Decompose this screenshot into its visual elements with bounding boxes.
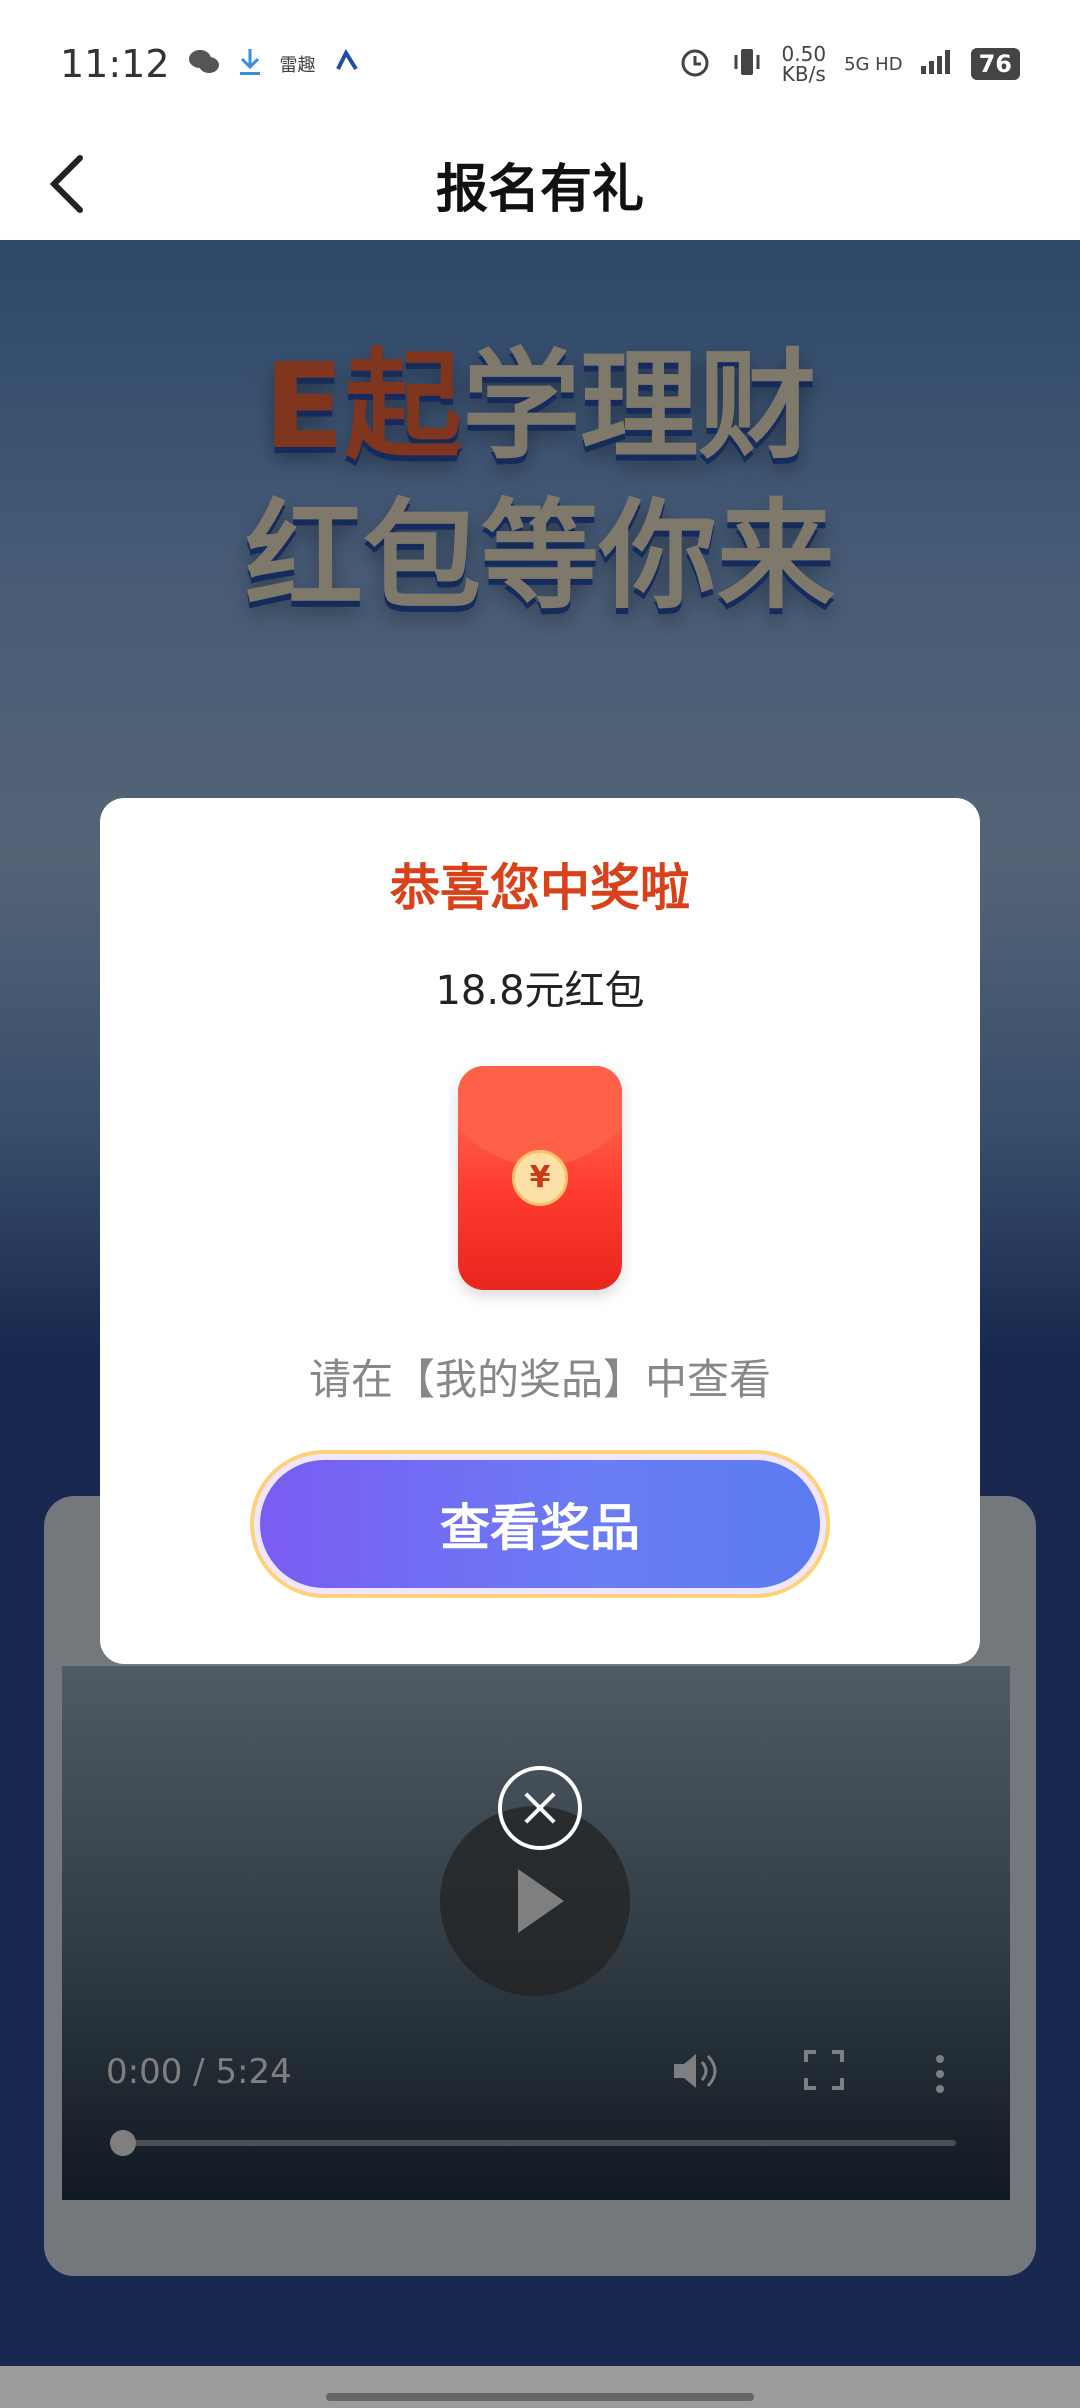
app-notification-icon [334, 48, 360, 79]
view-prize-button[interactable]: 查看奖品 [260, 1460, 820, 1588]
download-icon [238, 47, 262, 81]
back-icon[interactable] [40, 152, 100, 216]
home-indicator[interactable] [326, 2393, 754, 2401]
status-time: 11:12 [60, 42, 170, 86]
close-icon[interactable] [498, 1766, 582, 1850]
page-title: 报名有礼 [435, 159, 644, 220]
bottom-bar [0, 2366, 1080, 2408]
signal-icon [920, 50, 953, 78]
modal-hint: 请在【我的奖品】中查看 [308, 1355, 771, 1404]
battery-indicator: 76 [970, 48, 1020, 80]
status-bar: 11:12 雷趣 0.50 KB/s 5G HD 76 [0, 0, 1080, 128]
prize-amount: 18.8元红包 [435, 968, 645, 1014]
yuan-coin-icon: ¥ [512, 1150, 568, 1206]
nav-bar: 报名有礼 [0, 128, 1080, 240]
modal-title: 恭喜您中奖啦 [390, 859, 690, 917]
red-packet-icon: ¥ [458, 1066, 622, 1290]
alarm-icon [678, 45, 712, 83]
network-speed: 0.50 KB/s [781, 42, 827, 86]
prize-modal: 恭喜您中奖啦 18.8元红包 ¥ 请在【我的奖品】中查看 查看奖品 [100, 798, 980, 1664]
wechat-icon [188, 48, 220, 80]
app-label: 雷趣 [279, 55, 316, 76]
vibrate-icon [730, 45, 764, 83]
signal-type: 5G HD [844, 53, 903, 75]
